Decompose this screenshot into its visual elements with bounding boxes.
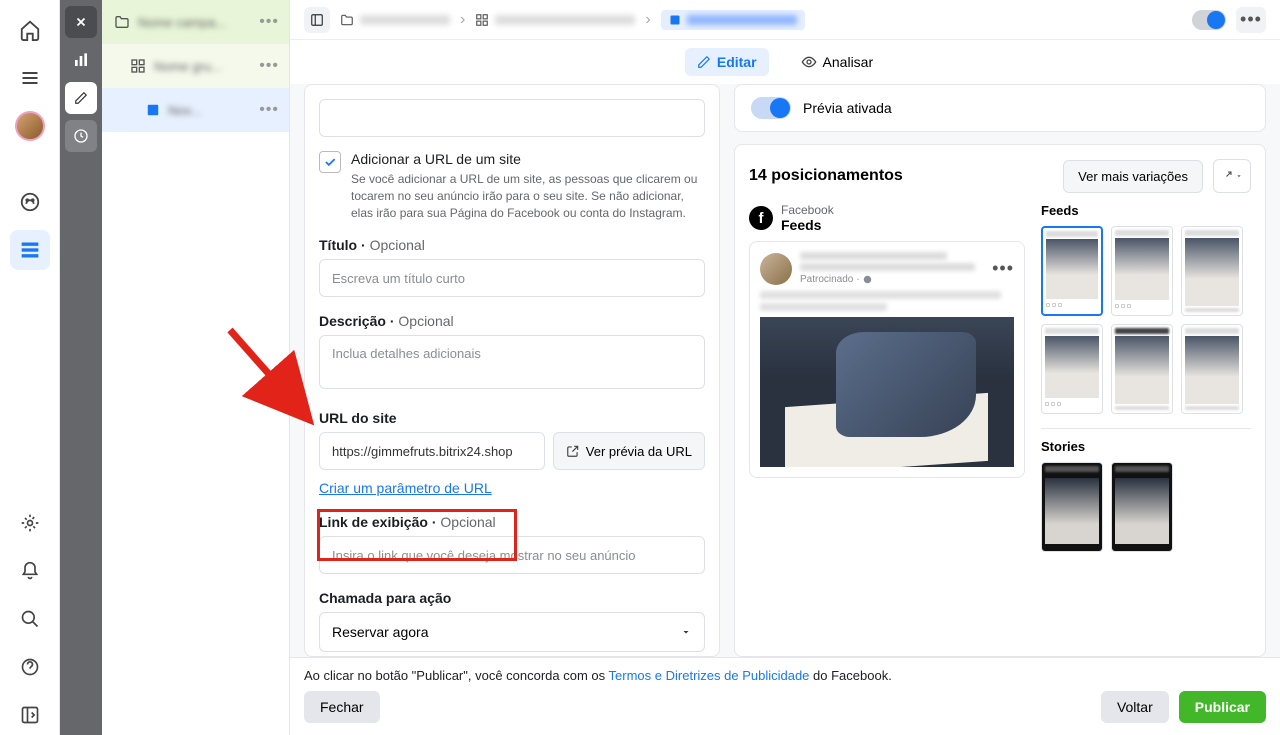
preview-panel: Prévia ativada 14 posicionamentos Ver ma… — [734, 84, 1266, 657]
cta-select[interactable]: Reservar agora — [319, 612, 705, 652]
preview-url-button[interactable]: Ver prévia da URL — [553, 432, 705, 470]
eye-icon — [801, 54, 817, 70]
create-url-param-link[interactable]: Criar um parâmetro de URL — [319, 480, 492, 498]
back-button[interactable]: Voltar — [1101, 691, 1169, 723]
tool-sidebar — [60, 0, 102, 735]
external-link-icon — [566, 444, 580, 458]
more-icon[interactable]: ••• — [992, 258, 1014, 279]
ad-preview: f Facebook Feeds — [749, 203, 1025, 566]
preview-switch[interactable] — [751, 97, 791, 119]
more-icon[interactable]: ••• — [1236, 7, 1266, 33]
close-icon[interactable] — [65, 6, 97, 38]
publish-button[interactable]: Publicar — [1179, 691, 1266, 723]
ad-image — [760, 317, 1014, 467]
settings-icon[interactable] — [10, 503, 50, 543]
display-link-label: Link de exibição · Opcional — [319, 514, 705, 530]
preview-toggle-card: Prévia ativada — [734, 84, 1266, 132]
clock-icon[interactable] — [65, 120, 97, 152]
grid-icon — [130, 58, 146, 74]
tab-analyze[interactable]: Analisar — [789, 48, 886, 76]
chevron-down-icon — [680, 626, 692, 638]
title-input[interactable] — [319, 259, 705, 297]
thumbnail[interactable] — [1181, 226, 1243, 316]
prior-field[interactable] — [319, 99, 705, 137]
tree-adset[interactable]: Nome gru... ••• — [102, 44, 289, 88]
panel-icon[interactable] — [10, 695, 50, 735]
tree-campaign[interactable]: Nome campa... ••• — [102, 0, 289, 44]
tree-ad[interactable]: Nov... ••• — [102, 88, 289, 132]
add-url-label: Adicionar a URL de um site — [351, 151, 705, 167]
dashboard-icon[interactable] — [10, 182, 50, 222]
thumbnail[interactable] — [1041, 324, 1103, 414]
more-variations-button[interactable]: Ver mais variações — [1063, 160, 1203, 193]
thumbnail[interactable] — [1111, 462, 1173, 552]
breadcrumb: › › ••• — [290, 0, 1280, 40]
more-icon[interactable]: ••• — [259, 57, 279, 75]
placements-title: 14 posicionamentos — [749, 167, 1053, 185]
url-input[interactable] — [319, 432, 545, 470]
expand-button[interactable] — [1213, 159, 1251, 193]
crumb-ad[interactable] — [661, 10, 805, 30]
pencil-icon[interactable] — [65, 82, 97, 114]
more-icon[interactable]: ••• — [259, 101, 279, 119]
chart-icon[interactable] — [65, 44, 97, 76]
folder-icon — [340, 13, 354, 27]
thumbnail[interactable] — [1111, 324, 1173, 414]
close-button[interactable]: Fechar — [304, 691, 380, 723]
main-area: › › ••• Editar Analisar Adicionar a URL … — [290, 0, 1280, 735]
status-toggle[interactable] — [1192, 10, 1226, 30]
description-input[interactable] — [319, 335, 705, 389]
campaign-tree: Nome campa... ••• Nome gru... ••• Nov...… — [102, 0, 290, 735]
tab-edit[interactable]: Editar — [685, 48, 769, 76]
cta-label: Chamada para ação — [319, 590, 705, 606]
thumbnail[interactable] — [1041, 462, 1103, 552]
add-url-checkbox[interactable] — [319, 151, 341, 173]
more-icon[interactable]: ••• — [259, 13, 279, 31]
table-icon[interactable] — [10, 230, 50, 270]
ad-icon — [146, 103, 160, 117]
grid-icon — [475, 13, 489, 27]
menu-icon[interactable] — [10, 58, 50, 98]
thumbnail[interactable] — [1181, 324, 1243, 414]
app-sidebar — [0, 0, 60, 735]
layout-icon[interactable] — [304, 7, 330, 33]
crumb-adset[interactable] — [475, 13, 635, 27]
title-label: Título · Opcional — [319, 237, 705, 253]
bell-icon[interactable] — [10, 551, 50, 591]
home-icon[interactable] — [10, 10, 50, 50]
ad-icon — [669, 14, 681, 26]
avatar[interactable] — [10, 106, 50, 146]
description-label: Descrição · Opcional — [319, 313, 705, 329]
thumbnail-column: Feeds Stories — [1041, 203, 1251, 566]
terms-link[interactable]: Termos e Diretrizes de Publicidade — [609, 668, 810, 683]
folder-icon — [114, 14, 130, 30]
placements-card: 14 posicionamentos Ver mais variações f … — [734, 144, 1266, 657]
help-icon[interactable] — [10, 647, 50, 687]
crumb-campaign[interactable] — [340, 13, 450, 27]
add-url-desc: Se você adicionar a URL de um site, as p… — [351, 171, 705, 221]
thumbnail[interactable] — [1111, 226, 1173, 316]
share-icon — [1221, 170, 1233, 182]
pencil-icon — [697, 55, 711, 69]
footer: Ao clicar no botão "Publicar", você conc… — [290, 657, 1280, 735]
chevron-down-icon — [1235, 172, 1243, 180]
facebook-icon: f — [749, 206, 773, 230]
page-avatar — [760, 253, 792, 285]
search-icon[interactable] — [10, 599, 50, 639]
url-label: URL do site — [319, 410, 705, 426]
thumbnail[interactable] — [1041, 226, 1103, 316]
disclaimer: Ao clicar no botão "Publicar", você conc… — [304, 668, 1266, 683]
display-link-input[interactable] — [319, 536, 705, 574]
edit-tabs: Editar Analisar — [290, 40, 1280, 84]
globe-icon — [863, 275, 872, 284]
form-panel: Adicionar a URL de um site Se você adici… — [304, 84, 720, 657]
